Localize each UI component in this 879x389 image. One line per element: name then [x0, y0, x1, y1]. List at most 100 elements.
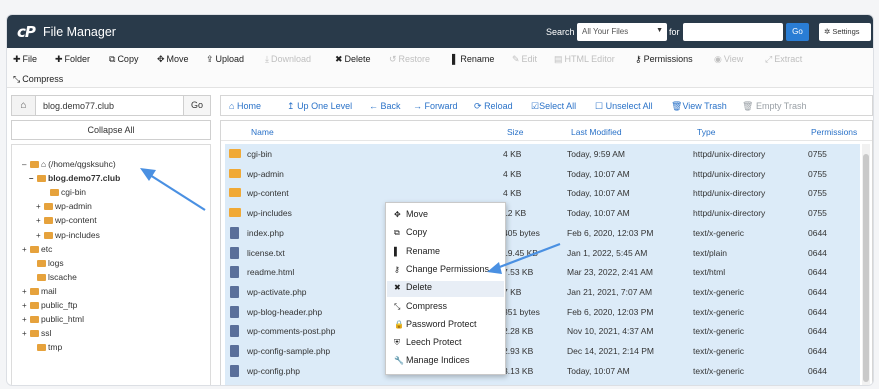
tree-item[interactable]: – ⌂ (/home/qgsksuhc): [22, 159, 116, 169]
delete-button[interactable]: ✖ Delete: [335, 54, 371, 65]
table-row[interactable]: readme.html 7.53 KB Mar 23, 2022, 2:41 AM t…: [225, 262, 860, 282]
context-menu-item-password-protect[interactable]: 🔒 Password Protect: [394, 319, 477, 329]
tree-item[interactable]: + etc: [22, 244, 52, 254]
context-menu-item-leech-protect[interactable]: ⛨ Leech Protect: [394, 337, 462, 348]
cell-size: 2.28 KB: [503, 326, 534, 337]
search-input[interactable]: [683, 23, 783, 41]
folder-icon: [30, 330, 39, 338]
tree-item[interactable]: logs: [29, 258, 64, 268]
collapse-all-button[interactable]: Collapse All: [11, 120, 211, 140]
expand-icon[interactable]: +: [22, 315, 30, 324]
back-link[interactable]: ← Back: [369, 101, 401, 111]
edit-label: Edit: [521, 54, 538, 64]
move-button[interactable]: ✥ Move: [157, 54, 189, 65]
context-menu-item-change-permissions[interactable]: ⚷ Change Permissions: [394, 264, 489, 274]
tree-item[interactable]: + public_ftp: [22, 300, 77, 310]
home-icon[interactable]: ⌂: [12, 96, 36, 115]
upload-button[interactable]: ⇪ Upload: [206, 54, 244, 65]
view-trash-link[interactable]: 🗑View Trash: [671, 101, 727, 112]
path-input[interactable]: blog.demo77.club: [43, 101, 114, 111]
tree-item[interactable]: + wp-includes: [36, 230, 100, 240]
cell-name: wp-admin: [247, 168, 284, 179]
download-icon: ⤓: [265, 54, 269, 64]
tree-item[interactable]: cgi-bin: [42, 187, 86, 197]
context-menu-item-move[interactable]: ✥ Move: [394, 209, 428, 219]
tree-item[interactable]: lscache: [29, 272, 77, 282]
table-row[interactable]: wp-includes 12 KB Today, 10:07 AM httpd/uni…: [225, 203, 860, 223]
context-menu-item-compress[interactable]: ⤡ Compress: [394, 301, 447, 312]
cpanel-logo[interactable]: cP: [17, 23, 36, 41]
up-one-level-link[interactable]: ↥ Up One Level: [287, 101, 352, 112]
context-menu-item-delete[interactable]: ✖ Delete: [394, 282, 432, 292]
tree-item[interactable]: + mail: [22, 286, 57, 296]
expand-icon[interactable]: +: [36, 202, 44, 211]
table-row[interactable]: wp-config-sample.php 2.93 KB Dec 14, 2021,…: [225, 341, 860, 361]
move-label: Move: [166, 54, 189, 64]
rename-button[interactable]: ▌ Rename: [452, 54, 494, 64]
permissions-button[interactable]: ⚷ Permissions: [635, 54, 693, 65]
permissions-label: Permissions: [643, 54, 693, 64]
edit-button[interactable]: ✎ Edit: [512, 54, 537, 65]
expand-icon[interactable]: +: [22, 287, 30, 296]
column-type[interactable]: Type: [697, 127, 715, 137]
table-row[interactable]: cgi-bin 4 KB Today, 9:59 AM httpd/unix-dire…: [225, 144, 860, 164]
table-row[interactable]: index.php 405 bytes Feb 6, 2020, 12:03 PM t…: [225, 223, 860, 243]
select-all-label: Select All: [539, 101, 577, 111]
restore-icon: ↺: [389, 54, 397, 64]
tree-item[interactable]: + ssl: [22, 328, 51, 338]
new-folder-button[interactable]: ✚ Folder: [55, 54, 90, 65]
cell-name: wp-blog-header.php: [247, 306, 323, 317]
column-permissions[interactable]: Permissions: [811, 127, 857, 137]
arrow-left-icon: ←: [369, 101, 378, 111]
unselect-all-link[interactable]: ☐ Unselect All: [595, 101, 653, 112]
table-row[interactable]: wp-admin 4 KB Today, 10:07 AM httpd/unix-di…: [225, 164, 860, 184]
settings-button[interactable]: ✲ Settings: [819, 23, 871, 41]
cell-type: text/x-generic: [693, 306, 745, 317]
expand-icon[interactable]: +: [36, 216, 44, 225]
empty-trash-link[interactable]: 🗑 Empty Trash: [742, 101, 806, 112]
new-file-button[interactable]: ✚ File: [13, 54, 37, 65]
column-last-modified[interactable]: Last Modified: [571, 127, 622, 137]
table-row[interactable]: wp-comments-post.php 2.28 KB Nov 10, 2021,…: [225, 321, 860, 341]
table-row[interactable]: wp-activate.php 7 KB Jan 21, 2021, 7:07 AM…: [225, 282, 860, 302]
path-go-button[interactable]: Go: [183, 96, 210, 115]
column-size[interactable]: Size: [507, 127, 524, 137]
search-scope-select[interactable]: All Your Files ▼: [577, 23, 667, 41]
tree-item[interactable]: + wp-admin: [36, 201, 92, 211]
copy-button[interactable]: ⧉ Copy: [109, 54, 138, 65]
table-row[interactable]: license.txt 19.45 KB Jan 1, 2022, 5:45 AM t…: [225, 243, 860, 263]
context-menu-item-copy[interactable]: ⧉ Copy: [394, 227, 427, 238]
table-row[interactable]: wp-config.php 3.13 KB Today, 10:07 AM text/…: [225, 361, 860, 381]
tree-item[interactable]: + public_html: [22, 314, 84, 324]
tree-item[interactable]: – blog.demo77.club: [29, 173, 120, 183]
home-link[interactable]: ⌂ Home: [229, 101, 261, 111]
column-name[interactable]: Name: [251, 127, 274, 137]
cell-size: 405 bytes: [503, 227, 540, 238]
expand-icon[interactable]: +: [22, 329, 30, 338]
expand-icon[interactable]: +: [36, 231, 44, 240]
search-go-button[interactable]: Go: [786, 23, 809, 41]
table-row[interactable]: wp-blog-header.php 351 bytes Feb 6, 2020, …: [225, 302, 860, 322]
expand-icon[interactable]: +: [22, 245, 30, 254]
folder-icon: [30, 302, 39, 309]
context-menu-item-rename[interactable]: ▌ Rename: [394, 246, 440, 256]
download-button[interactable]: ⤓ Download: [265, 54, 311, 65]
scrollbar-thumb[interactable]: [863, 154, 869, 382]
reload-link[interactable]: ⟳ Reload: [474, 101, 513, 112]
tree-item[interactable]: tmp: [29, 342, 62, 352]
collapse-icon[interactable]: –: [29, 174, 37, 183]
expand-icon[interactable]: +: [22, 301, 30, 310]
select-all-link[interactable]: ☑Select All: [531, 101, 576, 112]
lock-icon: 🔒: [394, 319, 404, 329]
compress-button[interactable]: ⤡ Compress: [13, 74, 63, 85]
context-menu-item-manage-indices[interactable]: 🔧 Manage Indices: [394, 355, 470, 365]
html-editor-button[interactable]: ▤ HTML Editor: [554, 54, 615, 65]
restore-button[interactable]: ↺ Restore: [389, 54, 430, 65]
table-row[interactable]: wp-content 4 KB Today, 10:07 AM httpd/unix-…: [225, 183, 860, 203]
collapse-icon[interactable]: –: [22, 160, 30, 169]
tree-item[interactable]: + wp-content: [36, 215, 97, 225]
forward-link[interactable]: → Forward: [413, 101, 458, 111]
extract-button[interactable]: ⤢ Extract: [765, 54, 802, 65]
view-button[interactable]: ◉ View: [714, 54, 743, 65]
scrollbar[interactable]: [862, 144, 870, 385]
